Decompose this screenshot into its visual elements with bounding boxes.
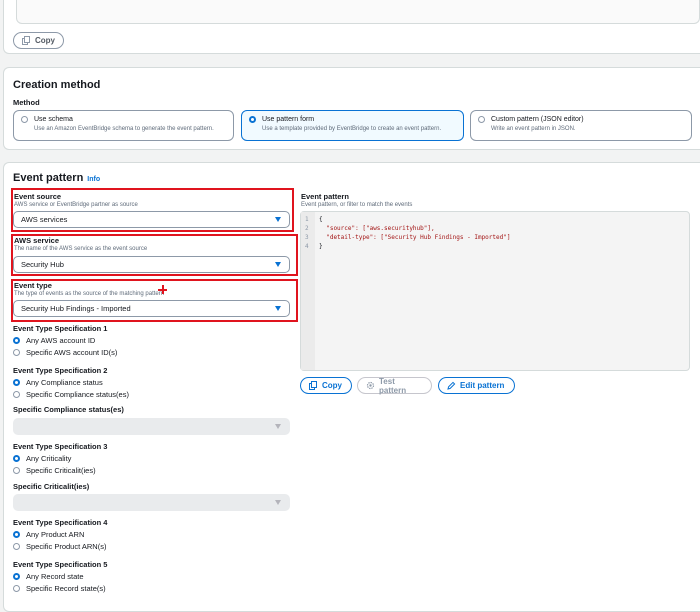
option-label: Any Compliance status bbox=[26, 378, 103, 387]
event-pattern-editor[interactable]: 1 { 2 "source": ["aws.securityhub"], 3 "… bbox=[300, 211, 690, 371]
highlight-event-source bbox=[11, 188, 294, 232]
spec-3-title: Event Type Specification 3 bbox=[13, 442, 108, 451]
code-value: ["aws.securityhub"], bbox=[362, 225, 435, 232]
gear-icon bbox=[366, 381, 375, 390]
copy-schema-label: Copy bbox=[35, 36, 55, 45]
event-pattern-title-text: Event pattern bbox=[13, 172, 84, 184]
copy-schema-button[interactable]: Copy bbox=[13, 32, 64, 49]
copy-icon bbox=[22, 36, 31, 45]
radio-unselected[interactable] bbox=[13, 349, 20, 356]
custom-pattern-option[interactable]: Custom pattern (JSON editor) Write an ev… bbox=[470, 110, 692, 141]
radio-selected[interactable] bbox=[13, 455, 20, 462]
option-label: Any Record state bbox=[26, 572, 84, 581]
cursor-crosshair-icon bbox=[158, 285, 167, 294]
use-pattern-form-title: Use pattern form bbox=[262, 116, 315, 123]
code-line: { bbox=[319, 216, 323, 223]
radio-selected[interactable] bbox=[13, 337, 20, 344]
code-key: "source": bbox=[319, 225, 363, 232]
use-pattern-form-desc: Use a template provided by EventBridge t… bbox=[262, 126, 442, 132]
option-label: Specific Record state(s) bbox=[26, 584, 106, 593]
option-label: Specific Criticalit(ies) bbox=[26, 466, 96, 475]
criticality-label: Specific Criticalit(ies) bbox=[13, 482, 90, 491]
copy-icon bbox=[309, 381, 318, 390]
spec-1-title: Event Type Specification 1 bbox=[13, 324, 108, 333]
compliance-status-select[interactable] bbox=[13, 418, 290, 435]
event-pattern-title: Event pattern Info bbox=[13, 172, 100, 184]
line-number: 2 bbox=[305, 225, 309, 232]
test-pattern-button[interactable]: Test pattern bbox=[357, 376, 432, 395]
code-value: ["Security Hub Findings - Imported"] bbox=[380, 234, 511, 241]
radio-unselected[interactable] bbox=[13, 543, 20, 550]
option-label: Specific Compliance status(es) bbox=[26, 390, 129, 399]
use-pattern-form-radio[interactable] bbox=[249, 116, 256, 123]
use-schema-radio[interactable] bbox=[21, 116, 28, 123]
option-label: Any Product ARN bbox=[26, 530, 85, 539]
edit-pattern-button[interactable]: Edit pattern bbox=[438, 377, 515, 394]
schema-panel bbox=[3, 0, 700, 54]
highlight-aws-service bbox=[11, 234, 298, 276]
copy-pattern-label: Copy bbox=[322, 381, 342, 390]
code-line: "detail-type": ["Security Hub Findings -… bbox=[319, 234, 510, 241]
custom-pattern-desc: Write an event pattern in JSON. bbox=[491, 126, 576, 132]
radio-selected[interactable] bbox=[13, 379, 20, 386]
code-key: "detail-type": bbox=[319, 234, 381, 241]
radio-unselected[interactable] bbox=[13, 391, 20, 398]
use-schema-desc: Use an Amazon EventBridge schema to gene… bbox=[34, 126, 214, 132]
test-pattern-label: Test pattern bbox=[379, 376, 407, 395]
code-line: } bbox=[319, 243, 323, 250]
editor-label: Event pattern bbox=[301, 192, 349, 201]
edit-pattern-label: Edit pattern bbox=[460, 381, 505, 390]
compliance-status-label: Specific Compliance status(es) bbox=[13, 405, 124, 414]
chevron-down-icon bbox=[275, 500, 281, 505]
spec-2-title: Event Type Specification 2 bbox=[13, 366, 108, 375]
radio-unselected[interactable] bbox=[13, 585, 20, 592]
option-label: Any Criticality bbox=[26, 454, 72, 463]
line-number: 4 bbox=[305, 243, 309, 250]
spec-4-title: Event Type Specification 4 bbox=[13, 518, 108, 527]
schema-code-area bbox=[16, 0, 700, 24]
line-number: 3 bbox=[305, 234, 309, 241]
method-label: Method bbox=[13, 98, 40, 107]
creation-method-title: Creation method bbox=[13, 79, 101, 91]
chevron-down-icon bbox=[275, 424, 281, 429]
highlight-event-type bbox=[11, 279, 298, 322]
criticality-select[interactable] bbox=[13, 494, 290, 511]
custom-pattern-radio[interactable] bbox=[478, 116, 485, 123]
spec-5-title: Event Type Specification 5 bbox=[13, 560, 108, 569]
radio-unselected[interactable] bbox=[13, 467, 20, 474]
radio-selected[interactable] bbox=[13, 573, 20, 580]
editor-desc: Event pattern, or filter to match the ev… bbox=[301, 202, 413, 208]
copy-pattern-button[interactable]: Copy bbox=[300, 377, 352, 394]
line-number: 1 bbox=[305, 216, 309, 223]
option-label: Specific Product ARN(s) bbox=[26, 542, 107, 551]
radio-selected[interactable] bbox=[13, 531, 20, 538]
info-link[interactable]: Info bbox=[87, 176, 100, 183]
option-label: Any AWS account ID bbox=[26, 336, 96, 345]
use-pattern-form-option[interactable]: Use pattern form Use a template provided… bbox=[241, 110, 464, 141]
option-label: Specific AWS account ID(s) bbox=[26, 348, 118, 357]
use-schema-option[interactable]: Use schema Use an Amazon EventBridge sch… bbox=[13, 110, 234, 141]
code-line: "source": ["aws.securityhub"], bbox=[319, 225, 435, 232]
use-schema-title: Use schema bbox=[34, 116, 73, 123]
custom-pattern-title: Custom pattern (JSON editor) bbox=[491, 116, 584, 123]
edit-icon bbox=[447, 381, 456, 390]
